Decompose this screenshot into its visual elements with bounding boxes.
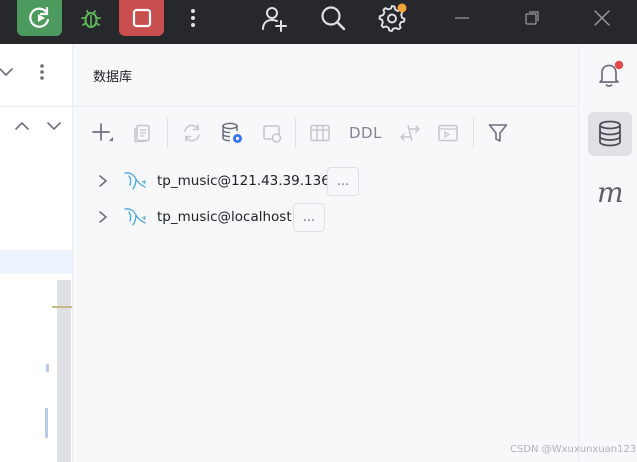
table-view-button[interactable] xyxy=(307,120,333,146)
chevron-right-icon[interactable] xyxy=(96,174,110,188)
add-icon xyxy=(92,123,113,141)
refresh-button[interactable] xyxy=(179,120,205,146)
toolbar-separator xyxy=(473,118,474,148)
change-marker xyxy=(45,408,48,438)
data-source-properties-button[interactable] xyxy=(219,120,245,146)
copy-button[interactable] xyxy=(129,120,155,146)
watermark: CSDN @Wxuxunxuan123 xyxy=(510,444,637,455)
selected-line-highlight xyxy=(0,250,72,274)
scrollbar-marker xyxy=(52,306,72,308)
chevron-down-icon[interactable] xyxy=(46,118,62,134)
restore-button[interactable] xyxy=(516,0,548,36)
data-source-properties-icon xyxy=(222,122,242,143)
title-bar xyxy=(0,0,637,44)
database-tool-button[interactable] xyxy=(588,112,632,156)
debug-icon xyxy=(81,10,101,28)
run-button[interactable] xyxy=(17,0,62,36)
database-tool-window: 数据库 DDL tp_music@121.43.39.136 ... tp_mu… xyxy=(73,44,578,462)
restore-icon xyxy=(525,11,539,25)
close-button[interactable] xyxy=(586,0,618,36)
table-view-icon xyxy=(310,124,330,142)
run-icon xyxy=(28,6,49,28)
close-icon xyxy=(594,10,610,26)
minimize-button[interactable] xyxy=(446,0,478,36)
gear-icon xyxy=(378,3,407,32)
left-tool-panel xyxy=(0,44,73,462)
chevron-up-icon[interactable] xyxy=(14,118,30,134)
notifications-button[interactable] xyxy=(595,59,625,93)
query-console-icon xyxy=(438,124,458,142)
mysql-dolphin-icon xyxy=(124,172,146,190)
data-source-row[interactable]: tp_music@localhost ... xyxy=(73,202,578,232)
settings-button[interactable] xyxy=(370,0,414,36)
database-toolbar: DDL xyxy=(73,114,578,150)
compare-button[interactable] xyxy=(397,120,423,146)
refresh-icon xyxy=(184,124,200,142)
more-vertical-icon[interactable] xyxy=(34,62,50,82)
panel-title: 数据库 xyxy=(93,70,133,85)
add-user-icon xyxy=(262,7,287,32)
toolbar-separator xyxy=(167,118,168,148)
data-source-name: tp_music@localhost xyxy=(157,209,292,225)
search-button[interactable] xyxy=(312,0,354,36)
more-actions-button[interactable] xyxy=(176,0,210,36)
compare-icon xyxy=(400,124,420,142)
filter-button[interactable] xyxy=(485,120,511,146)
add-user-button[interactable] xyxy=(252,0,296,36)
maven-button[interactable]: m xyxy=(597,176,624,209)
change-marker xyxy=(46,364,49,372)
minimize-icon xyxy=(455,17,469,19)
data-source-more-button[interactable]: ... xyxy=(327,167,359,196)
copy-icon xyxy=(134,124,150,143)
stop-icon xyxy=(132,8,151,28)
ddl-button[interactable]: DDL xyxy=(349,124,382,142)
data-source-row[interactable]: tp_music@121.43.39.136 ... xyxy=(73,166,578,196)
database-icon xyxy=(599,120,621,147)
chevron-right-icon[interactable] xyxy=(96,210,110,224)
search-icon xyxy=(321,6,346,31)
query-console-button[interactable] xyxy=(435,120,461,146)
jump-to-console-icon xyxy=(263,125,282,143)
divider xyxy=(73,106,578,107)
chevron-down-icon[interactable] xyxy=(0,64,14,80)
debug-button[interactable] xyxy=(70,0,112,36)
notifications-icon xyxy=(599,60,624,87)
jump-to-console-button[interactable] xyxy=(259,120,285,146)
stop-button[interactable] xyxy=(119,0,164,36)
data-source-name: tp_music@121.43.39.136 xyxy=(157,173,330,189)
toolbar-separator xyxy=(295,118,296,148)
add-button[interactable] xyxy=(89,120,115,146)
filter-icon xyxy=(488,124,508,142)
data-source-more-button[interactable]: ... xyxy=(293,203,325,232)
right-tool-strip: m xyxy=(578,44,637,462)
left-panel-header xyxy=(0,44,72,107)
mysql-dolphin-icon xyxy=(124,208,146,226)
more-vertical-icon xyxy=(191,9,195,27)
